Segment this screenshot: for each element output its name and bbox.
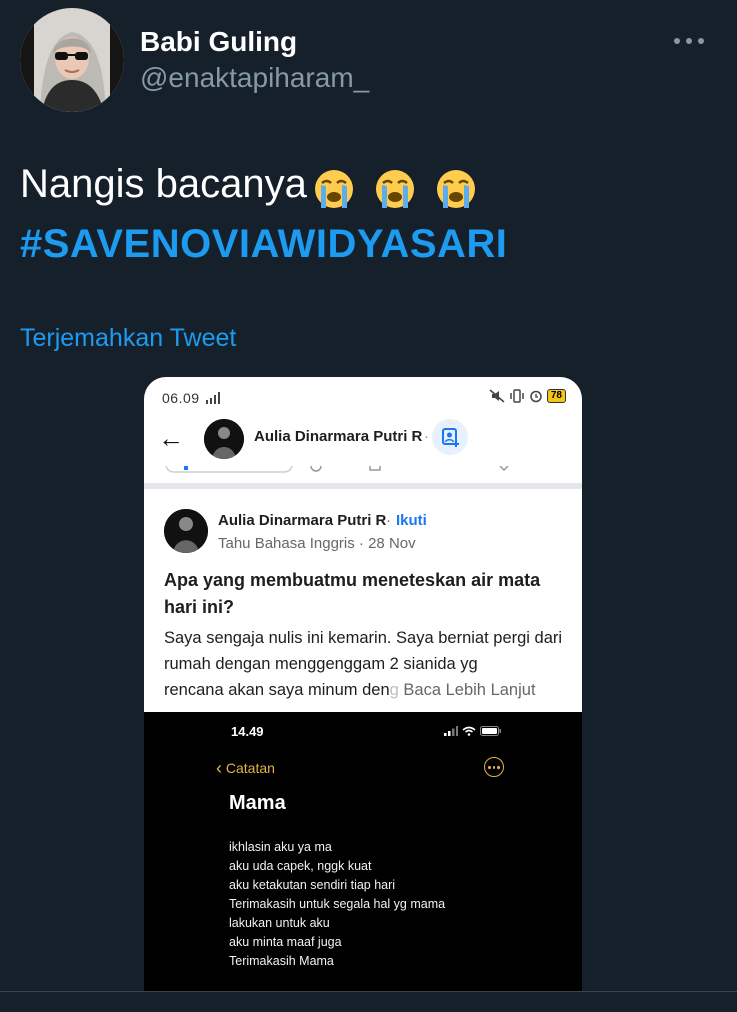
loudly-crying-face-icon xyxy=(375,169,414,208)
tweet-divider xyxy=(0,991,737,992)
post-last-line-fade: g xyxy=(389,681,399,699)
post-last-line: rencana akan saya minum deng Baca Lebih … xyxy=(164,677,574,703)
post-author-name[interactable]: Aulia Dinarmara Putri R xyxy=(218,512,386,529)
notes-more-dot xyxy=(488,766,491,769)
note-line: aku ketakutan sendiri tiap hari xyxy=(229,878,396,892)
note-line: Terimakasih untuk segala hal yg mama xyxy=(229,897,446,911)
more-dot xyxy=(674,38,680,44)
notes-app-screenshot: 14.49 ‹ Catatan Mama ikhlasin aku ya ma … xyxy=(210,712,516,992)
emoji-group xyxy=(313,162,485,210)
chevron-left-icon: ‹ xyxy=(216,758,222,778)
profile-card-icon xyxy=(442,428,459,447)
section-divider xyxy=(144,483,582,489)
post-author-avatar[interactable] xyxy=(164,509,208,553)
tweet-media-image[interactable]: 06.09 78 ← Aulia Dinarmara Putri R · Aul… xyxy=(144,377,582,992)
alarm-icon xyxy=(530,390,542,403)
post-subtitle: Tahu Bahasa Inggris · 28 Nov xyxy=(218,535,416,552)
loudly-crying-face-icon xyxy=(314,169,353,208)
facebook-screenshot: 06.09 78 ← Aulia Dinarmara Putri R · Aul… xyxy=(144,377,582,712)
notes-more-icon[interactable] xyxy=(484,757,504,777)
phone-status-time: 06.09 xyxy=(162,390,224,406)
notes-status-icons xyxy=(444,726,502,736)
translate-tweet-link[interactable]: Terjemahkan Tweet xyxy=(20,324,236,353)
post-last-line-text: rencana akan saya minum den xyxy=(164,681,390,699)
notes-back-label: Catatan xyxy=(225,760,275,776)
profile-photo xyxy=(204,419,244,459)
facebook-header: ← Aulia Dinarmara Putri R · xyxy=(144,413,582,463)
vibrate-icon xyxy=(510,389,524,403)
mute-icon xyxy=(489,389,505,403)
profile-thumbnail[interactable] xyxy=(204,419,244,459)
hidden-action-row xyxy=(144,463,582,473)
post-author-photo xyxy=(164,509,208,553)
more-dot xyxy=(698,38,704,44)
author-avatar[interactable] xyxy=(20,8,124,112)
back-arrow-icon[interactable]: ← xyxy=(158,425,184,451)
header-separator: · xyxy=(424,428,429,445)
avatar-photo xyxy=(20,8,124,112)
notes-more-dot xyxy=(492,766,495,769)
note-line: aku uda capek, nggk kuat xyxy=(229,859,372,873)
battery-level: 78 xyxy=(546,389,566,403)
loudly-crying-face-icon xyxy=(437,169,476,208)
post-body: Saya sengaja nulis ini kemarin. Saya ber… xyxy=(164,629,563,673)
author-handle[interactable]: @enaktapiharam_ xyxy=(140,62,369,94)
note-line: lakukan untuk aku xyxy=(229,916,330,930)
notes-more-dot xyxy=(497,766,500,769)
tweet-text-body: Nangis bacanya xyxy=(20,162,307,206)
hashtag-link[interactable]: #SAVENOVIAWIDYASARI xyxy=(20,222,507,267)
post-author-separator: · xyxy=(386,512,391,529)
wifi-icon xyxy=(462,726,476,736)
follow-button[interactable]: Ikuti xyxy=(396,512,427,529)
signal-icon xyxy=(205,392,220,404)
cellular-signal-icon xyxy=(444,726,458,736)
author-name[interactable]: Babi Guling xyxy=(140,26,297,58)
note-line: aku minta maaf juga xyxy=(229,935,342,949)
battery-icon xyxy=(480,726,501,736)
status-time: 06.09 xyxy=(162,390,200,406)
post-question: Apa yang membuatmu meneteskan air mata h… xyxy=(164,570,541,617)
phone-status-icons: 78 xyxy=(489,389,566,403)
profile-card-button[interactable] xyxy=(432,419,468,455)
note-line: ikhlasin aku ya ma xyxy=(229,840,332,854)
tweet-text: Nangis bacanya xyxy=(20,160,485,210)
read-more-link[interactable]: Baca Lebih Lanjut xyxy=(403,681,535,699)
note-body: ikhlasin aku ya ma aku uda capek, nggk k… xyxy=(229,838,445,971)
cut-off-icons xyxy=(165,463,509,473)
notes-status-time: 14.49 xyxy=(231,724,264,739)
more-dot xyxy=(686,38,692,44)
note-line: Terimakasih Mama xyxy=(229,954,334,968)
note-title: Mama xyxy=(229,792,286,814)
header-profile-name[interactable]: Aulia Dinarmara Putri R xyxy=(254,428,422,445)
more-options-icon[interactable] xyxy=(672,30,706,50)
notes-back-button[interactable]: ‹ Catatan xyxy=(216,758,275,779)
